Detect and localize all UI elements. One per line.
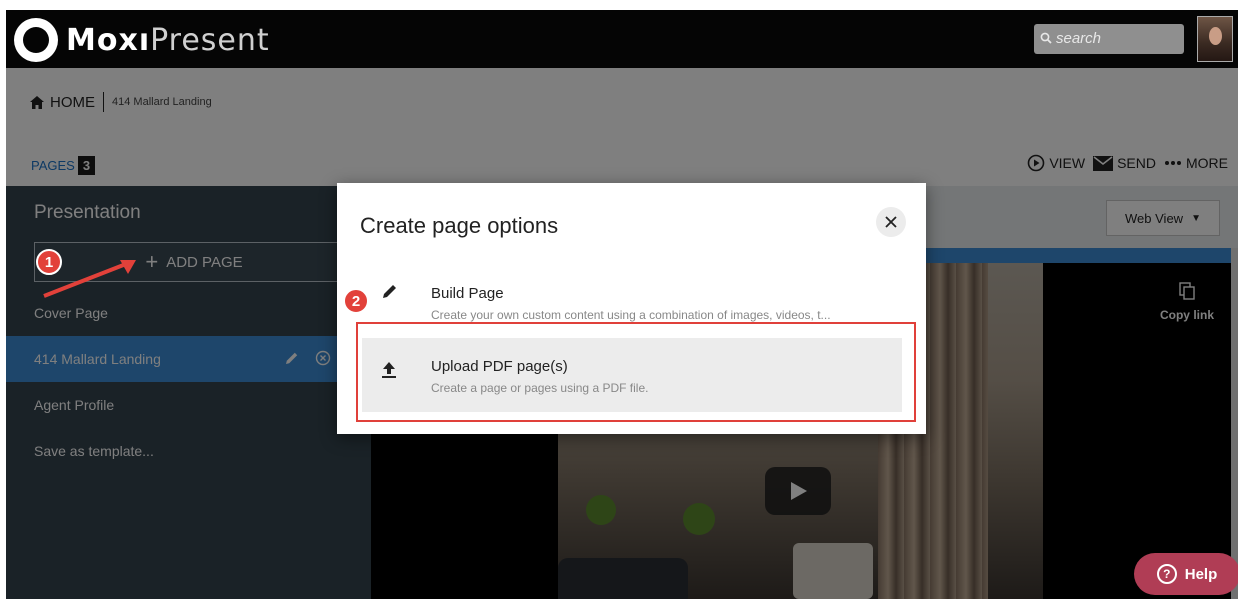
app-logo[interactable]: MoxıPresent: [14, 18, 270, 62]
annotation-step-1: 1: [36, 249, 62, 275]
close-button[interactable]: [876, 207, 906, 237]
help-label: Help: [1184, 565, 1218, 583]
pencil-icon: [383, 285, 396, 298]
user-avatar[interactable]: [1197, 16, 1233, 62]
annotation-highlight-box: [356, 322, 916, 422]
dialog-title: Create page options: [360, 213, 559, 238]
help-button[interactable]: ? Help: [1134, 553, 1238, 595]
top-bar: MoxıPresent search: [6, 10, 1238, 68]
logo-mark: [14, 18, 58, 62]
search-input[interactable]: search: [1034, 24, 1184, 54]
close-icon: [885, 216, 897, 228]
search-placeholder: search: [1056, 30, 1102, 47]
search-icon: [1040, 32, 1052, 44]
option-label: Build Page: [431, 285, 504, 302]
app-frame: MoxıPresent search HOME 414 Mallard Land…: [6, 10, 1238, 599]
annotation-step-2: 2: [343, 288, 369, 314]
option-description: Create your own custom content using a c…: [431, 308, 831, 322]
logo-text: MoxıPresent: [66, 22, 270, 58]
help-icon: ?: [1156, 564, 1177, 584]
